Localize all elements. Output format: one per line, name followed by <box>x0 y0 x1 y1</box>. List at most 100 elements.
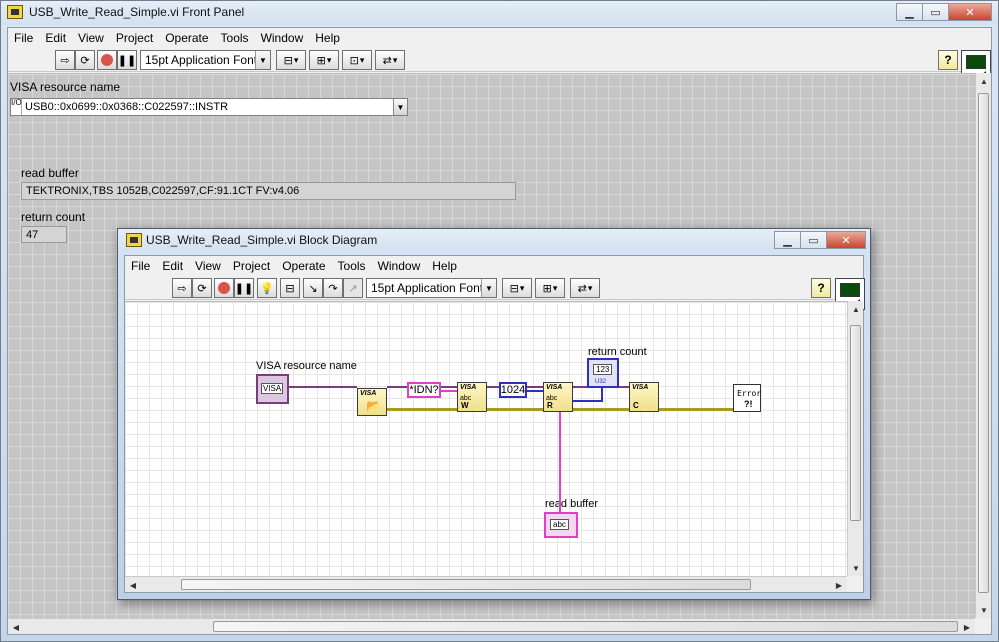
menu-help[interactable]: Help <box>426 259 463 273</box>
visa-close-node[interactable]: VISA C <box>629 382 659 412</box>
chevron-down-icon: ▼ <box>481 279 496 297</box>
front-panel-titlebar[interactable]: USB_Write_Read_Simple.vi Front Panel ▁ ▭… <box>1 1 998 25</box>
highlight-execution-icon[interactable]: 💡 <box>257 278 277 298</box>
visa-resource-control[interactable]: I/O USB0::0x0699::0x0368::C022597::INSTR… <box>10 98 408 116</box>
scroll-thumb[interactable] <box>181 579 751 590</box>
distribute-objects-icon[interactable]: ⊞ <box>309 50 339 70</box>
run-continuously-icon[interactable]: ⟳ <box>75 50 95 70</box>
menu-project[interactable]: Project <box>110 31 159 45</box>
block-diagram-titlebar[interactable]: USB_Write_Read_Simple.vi Block Diagram ▁… <box>118 229 870 253</box>
block-diagram-canvas[interactable]: VISA resource name return count read buf… <box>125 301 847 576</box>
pause-icon[interactable]: ❚❚ <box>117 50 137 70</box>
string-wire[interactable] <box>441 390 457 392</box>
scroll-left-icon[interactable]: ◀ <box>125 577 141 593</box>
scroll-right-icon[interactable]: ▶ <box>959 619 975 635</box>
return-count-terminal-label: return count <box>588 346 647 358</box>
run-continuously-icon[interactable]: ⟳ <box>192 278 212 298</box>
minimize-button[interactable]: ▁ <box>774 231 801 249</box>
maximize-button[interactable]: ▭ <box>800 231 827 249</box>
step-out-icon[interactable]: ↗ <box>343 278 363 298</box>
front-panel-vertical-scrollbar[interactable]: ▲ ▼ <box>975 73 991 618</box>
read-buffer-terminal-text: abc <box>550 519 569 530</box>
front-panel-title: USB_Write_Read_Simple.vi Front Panel <box>29 5 245 19</box>
block-diagram-menubar: File Edit View Project Operate Tools Win… <box>125 256 863 276</box>
menu-window[interactable]: Window <box>255 31 310 45</box>
scroll-thumb[interactable] <box>213 621 958 632</box>
chevron-down-icon[interactable]: ▼ <box>393 99 407 115</box>
scroll-right-icon[interactable]: ▶ <box>831 577 847 593</box>
integer-wire[interactable] <box>573 400 603 402</box>
menu-tools[interactable]: Tools <box>332 259 372 273</box>
resize-objects-icon[interactable]: ⊡ <box>342 50 372 70</box>
close-button[interactable]: ✕ <box>948 3 992 21</box>
run-arrow-icon[interactable]: ⇨ <box>172 278 192 298</box>
scroll-thumb[interactable] <box>978 93 989 593</box>
menu-view[interactable]: View <box>72 31 110 45</box>
reorder-icon[interactable]: ⇄ <box>570 278 600 298</box>
chevron-down-icon: ▼ <box>255 51 270 69</box>
visa-write-node[interactable]: VISA abc W <box>457 382 487 412</box>
u32-type-label: U32 <box>595 379 607 385</box>
labview-vi-icon <box>7 5 23 19</box>
abort-icon[interactable] <box>214 278 234 298</box>
scroll-up-icon[interactable]: ▲ <box>848 301 864 317</box>
retain-wire-values-icon[interactable]: ⊟ <box>280 278 300 298</box>
run-arrow-icon[interactable]: ⇨ <box>55 50 75 70</box>
scroll-thumb[interactable] <box>850 325 861 521</box>
menu-edit[interactable]: Edit <box>39 31 72 45</box>
return-count-terminal[interactable]: 123 U32 <box>587 358 619 388</box>
menu-operate[interactable]: Operate <box>159 31 214 45</box>
diagram-horizontal-scrollbar[interactable]: ◀ ▶ <box>125 576 847 592</box>
front-panel-horizontal-scrollbar[interactable]: ◀ ▶ <box>8 618 975 634</box>
visa-wire[interactable] <box>289 386 357 388</box>
string-wire[interactable] <box>559 412 561 526</box>
minimize-button[interactable]: ▁ <box>896 3 923 21</box>
byte-count-value: 1024 <box>500 384 526 396</box>
diagram-vertical-scrollbar[interactable]: ▲ ▼ <box>847 301 863 576</box>
menu-tools[interactable]: Tools <box>215 31 255 45</box>
menu-file[interactable]: File <box>125 259 156 273</box>
maximize-button[interactable]: ▭ <box>922 3 949 21</box>
align-objects-icon[interactable]: ⊟ <box>276 50 306 70</box>
visa-read-node[interactable]: VISA abc R <box>543 382 573 412</box>
menu-project[interactable]: Project <box>227 259 276 273</box>
idn-string-constant[interactable]: *IDN? <box>407 382 441 398</box>
open-folder-icon: 📂 <box>366 399 381 413</box>
font-select[interactable]: 15pt Application Font ▼ <box>140 50 271 70</box>
visa-resource-terminal[interactable]: VISA <box>256 374 289 404</box>
step-into-icon[interactable]: ↘ <box>303 278 323 298</box>
close-button[interactable]: ✕ <box>826 231 866 249</box>
scroll-left-icon[interactable]: ◀ <box>8 619 24 635</box>
visa-open-node[interactable]: VISA 📂 <box>357 388 387 416</box>
error-handler-node[interactable]: Error ?! <box>733 384 761 412</box>
read-buffer-terminal[interactable]: abc <box>544 512 578 538</box>
integer-wire[interactable] <box>527 390 543 392</box>
scroll-up-icon[interactable]: ▲ <box>976 73 992 89</box>
scroll-down-icon[interactable]: ▼ <box>848 560 864 576</box>
visa-io-icon: I/O <box>11 99 22 115</box>
block-diagram-title: USB_Write_Read_Simple.vi Block Diagram <box>146 233 378 247</box>
read-buffer-terminal-label: read buffer <box>545 498 599 510</box>
font-select-value: 15pt Application Font <box>145 53 258 67</box>
align-objects-icon[interactable]: ⊟ <box>502 278 532 298</box>
visa-terminal-text: VISA <box>261 383 284 394</box>
menu-window[interactable]: Window <box>372 259 427 273</box>
error-wire[interactable] <box>659 408 733 411</box>
font-select[interactable]: 15pt Application Font ▼ <box>366 278 497 298</box>
menu-help[interactable]: Help <box>309 31 346 45</box>
byte-count-constant[interactable]: 1024 <box>499 382 527 398</box>
distribute-objects-icon[interactable]: ⊞ <box>535 278 565 298</box>
reorder-icon[interactable]: ⇄ <box>375 50 405 70</box>
scroll-down-icon[interactable]: ▼ <box>976 602 992 618</box>
read-buffer-indicator: TEKTRONIX,TBS 1052B,C022597,CF:91.1CT FV… <box>21 182 516 200</box>
menu-view[interactable]: View <box>189 259 227 273</box>
context-help-button[interactable]: ? <box>811 278 831 298</box>
context-help-button[interactable]: ? <box>938 50 958 70</box>
vi-screen-icon <box>966 55 986 69</box>
abort-icon[interactable] <box>97 50 117 70</box>
step-over-icon[interactable]: ↷ <box>323 278 343 298</box>
menu-file[interactable]: File <box>8 31 39 45</box>
pause-icon[interactable]: ❚❚ <box>234 278 254 298</box>
menu-operate[interactable]: Operate <box>276 259 331 273</box>
menu-edit[interactable]: Edit <box>156 259 189 273</box>
